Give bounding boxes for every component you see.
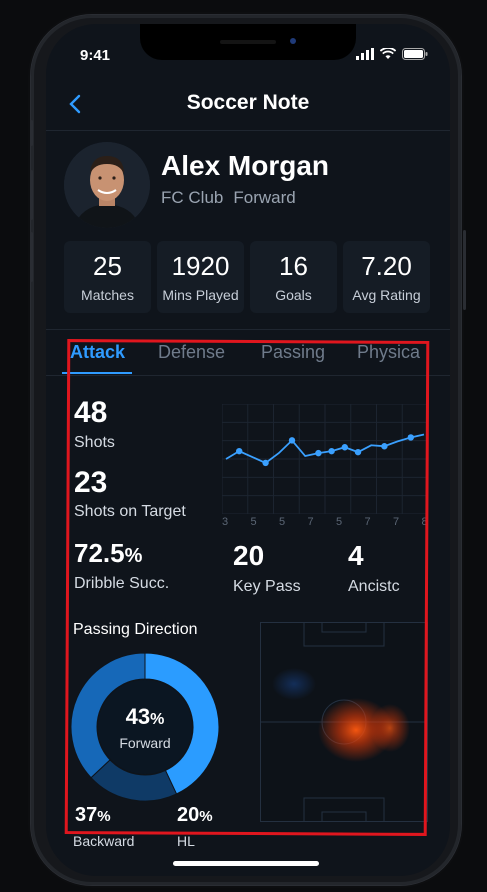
power-button	[463, 230, 466, 310]
header-divider	[46, 130, 450, 131]
dribble-stat: 72.5%	[74, 538, 142, 569]
home-indicator[interactable]	[173, 861, 319, 866]
shots-value: 48	[74, 396, 108, 429]
assist-label: Ancistc	[348, 578, 400, 595]
stat-goals: 16 Goals	[250, 241, 337, 313]
forward-unit: %	[150, 711, 165, 728]
status-time: 9:41	[80, 47, 111, 64]
chart-x-tick: 3	[222, 516, 229, 528]
app-screen: 9:41 Soccer Note Alex Morgan FC Club For…	[46, 24, 450, 876]
player-subtitle: FC Club Forward	[161, 188, 296, 208]
chart-point	[262, 459, 269, 467]
chart-point	[354, 448, 362, 456]
chart-x-tick: 7	[307, 516, 314, 528]
status-icons	[356, 48, 428, 60]
chart-x-tick: 7	[393, 516, 400, 528]
backward-stat: 37%	[75, 804, 111, 827]
player-avatar	[64, 142, 150, 228]
stat-mins-played: 1920 Mins Played	[157, 241, 244, 313]
tab-passing[interactable]: Passing	[261, 342, 325, 363]
speaker	[220, 40, 276, 44]
key-pass-value: 20	[233, 540, 265, 571]
chart-point	[328, 447, 335, 455]
backward-value: 37	[75, 804, 98, 826]
stat-matches: 25 Matches	[64, 241, 151, 313]
wifi-icon	[380, 48, 396, 59]
chart-point	[236, 447, 243, 455]
tab-defense[interactable]: Defense	[158, 342, 225, 363]
mute-switch	[30, 120, 33, 146]
on-target-value: 23	[74, 466, 108, 499]
chart-x-tick: 7	[364, 516, 371, 528]
assist-value: 4	[348, 540, 364, 571]
hl-label: HL	[177, 833, 195, 849]
volume-down-button	[30, 232, 33, 282]
forward-percent: 43	[125, 704, 151, 729]
stat-label: Goals	[275, 287, 312, 303]
camera	[290, 38, 296, 44]
tab-attack[interactable]: Attack	[70, 342, 125, 363]
nav-title: Soccer Note	[186, 91, 310, 114]
tab-divider	[46, 375, 450, 376]
donut-center-value: 43%	[68, 704, 222, 730]
stat-value: 7.20	[361, 251, 412, 281]
stat-avg-rating: 7.20 Avg Rating	[343, 241, 430, 313]
chart-point	[381, 443, 388, 450]
volume-up-button	[30, 170, 33, 220]
chart-point	[315, 449, 322, 457]
tab-indicator	[62, 372, 132, 374]
dribble-unit: %	[124, 545, 143, 567]
signal-icon	[356, 48, 374, 60]
stat-label: Avg Rating	[352, 287, 421, 303]
player-club: FC Club	[161, 188, 224, 207]
chart-point	[407, 434, 414, 441]
stat-label: Mins Played	[162, 287, 239, 303]
stat-value: 16	[279, 251, 308, 281]
hl-stat: 20%	[177, 804, 213, 827]
key-pass-label: Key Pass	[233, 578, 301, 595]
chart-x-tick: 5	[250, 516, 257, 528]
battery-icon	[402, 48, 428, 60]
player-name: Alex Morgan	[161, 150, 330, 181]
dribble-value: 72.5	[74, 538, 125, 568]
donut-center-label: Forward	[119, 735, 171, 751]
chart-point	[341, 444, 348, 451]
rating-line-chart	[222, 404, 428, 514]
passing-direction-title: Passing Direction	[73, 621, 198, 638]
player-position: Forward	[233, 188, 296, 207]
tab-bar: Attack Defense Passing Physica	[46, 342, 450, 376]
backward-unit: %	[97, 808, 111, 825]
backward-label: Backward	[73, 833, 135, 849]
stat-label: Matches	[81, 287, 134, 303]
tab-physical[interactable]: Physica	[357, 342, 420, 363]
shots-label: Shots	[74, 434, 115, 451]
chart-x-tick: 5	[279, 516, 286, 528]
hl-unit: %	[199, 808, 213, 825]
on-target-label: Shots on Target	[74, 503, 186, 520]
stat-value: 1920	[171, 251, 230, 281]
chart-x-tick: 8	[421, 516, 428, 528]
stat-value: 25	[93, 251, 122, 281]
stats-divider	[46, 329, 450, 330]
notch	[140, 24, 356, 60]
chart-point	[288, 437, 296, 444]
chart-x-tick: 5	[336, 516, 343, 528]
pitch-heatmap	[260, 622, 428, 822]
dribble-label: Dribble Succ.	[74, 575, 170, 592]
hl-value: 20	[177, 804, 200, 826]
player-photo	[64, 142, 150, 228]
